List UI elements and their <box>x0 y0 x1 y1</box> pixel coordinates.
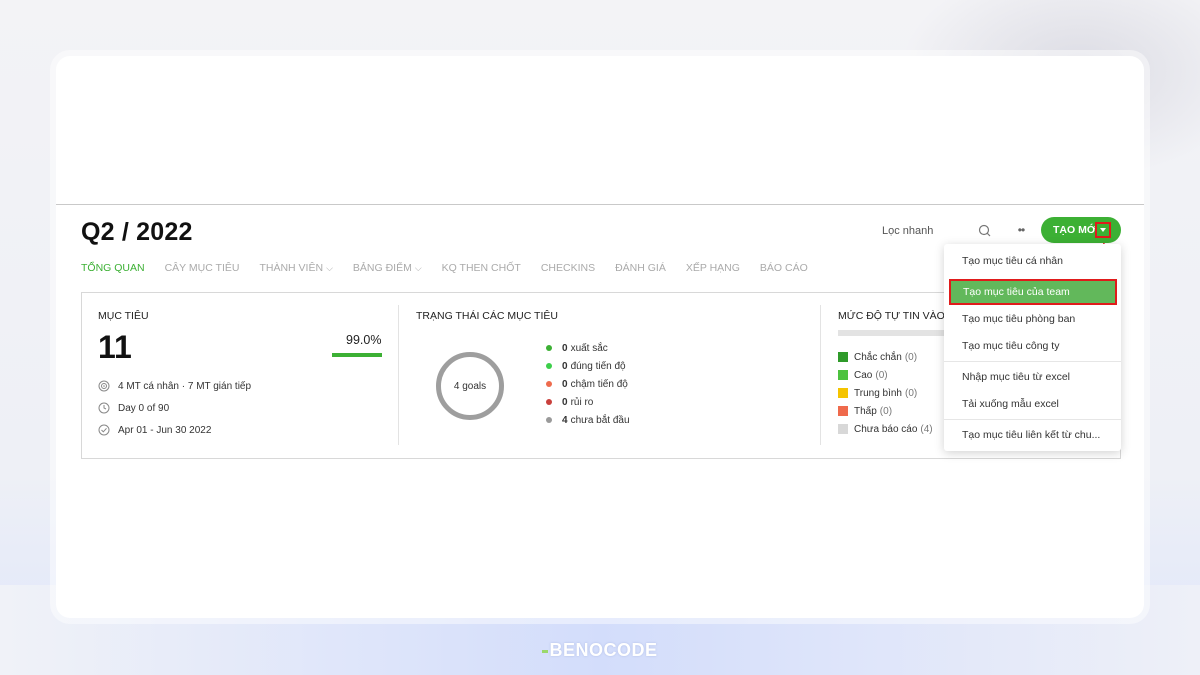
menu-item-download-template[interactable]: Tải xuống mẫu excel <box>944 391 1121 417</box>
status-item: 4 chưa bắt đầu <box>546 411 630 429</box>
confidence-bar <box>838 330 948 336</box>
status-section-title: TRẠNG THÁI CÁC MỤC TIÊU <box>416 310 558 322</box>
status-dot-behind <box>546 381 552 387</box>
confidence-item: Cao (0) <box>838 366 933 384</box>
day-progress-text: Day 0 of 90 <box>118 402 170 414</box>
chevron-down-icon: ⌵ <box>326 263 333 273</box>
menu-separator <box>944 419 1121 420</box>
clock-icon <box>98 402 110 414</box>
confidence-swatch <box>838 424 848 434</box>
tab-checkins[interactable]: CHECKINS <box>541 262 595 274</box>
tab-goal-tree[interactable]: CÂY MỤC TIÊU <box>165 262 240 274</box>
goal-breakdown-row: 4 MT cá nhân · 7 MT gián tiếp <box>98 380 251 392</box>
status-item: 0 đúng tiến độ <box>546 357 630 375</box>
date-range-text: Apr 01 - Jun 30 2022 <box>118 424 212 436</box>
brand-logo: BENOCODE <box>0 640 1200 661</box>
chevron-down-icon: ⌵ <box>414 263 422 273</box>
section-divider <box>820 305 821 445</box>
goal-breakdown-text: 4 MT cá nhân · 7 MT gián tiếp <box>118 380 252 392</box>
confidence-swatch <box>838 406 848 416</box>
tab-reviews[interactable]: ĐÁNH GIÁ <box>615 262 666 274</box>
status-item: 0 rủi ro <box>546 393 630 411</box>
goal-count: 11 <box>98 329 132 365</box>
top-divider <box>56 204 1144 205</box>
nav-tabs: TỔNG QUAN CÂY MỤC TIÊU THÀNH VIÊN ⌵ BẢNG … <box>81 262 828 274</box>
confidence-swatch <box>838 352 848 362</box>
confidence-item: Trung bình (0) <box>838 384 933 402</box>
status-dot-at-risk <box>546 399 552 405</box>
progress-percent: 99.0% <box>346 333 382 347</box>
tab-ranking[interactable]: XẾP HẠNG <box>686 262 740 274</box>
create-dropdown-menu: Tạo mục tiêu cá nhân Tạo mục tiêu của te… <box>944 244 1121 451</box>
create-new-label: TẠO MỚI <box>1053 224 1099 236</box>
search-button[interactable] <box>976 222 994 240</box>
progress-bar <box>332 353 382 357</box>
okr-dashboard-card: Q2 / 2022 Lọc nhanh •• TẠO MỚI TỔNG QUAN… <box>56 56 1144 618</box>
search-icon <box>978 224 991 237</box>
date-range-row: Apr 01 - Jun 30 2022 <box>98 424 211 436</box>
confidence-legend: Chắc chắn (0) Cao (0) Trung bình (0) Thấ… <box>838 348 933 438</box>
menu-item-company-goal[interactable]: Tạo mục tiêu công ty <box>944 333 1121 359</box>
create-new-button[interactable]: TẠO MỚI <box>1041 217 1121 243</box>
day-progress-row: Day 0 of 90 <box>98 402 169 414</box>
menu-item-personal-goal[interactable]: Tạo mục tiêu cá nhân <box>944 248 1121 274</box>
confidence-item: Chắc chắn (0) <box>838 348 933 366</box>
confidence-swatch <box>838 388 848 398</box>
status-dot-excellent <box>546 345 552 351</box>
goals-section-title: MỤC TIÊU <box>98 310 149 322</box>
target-icon <box>98 380 110 392</box>
tab-reports[interactable]: BÁO CÁO <box>760 262 808 274</box>
donut-center-label: 4 goals <box>453 381 487 392</box>
status-item: 0 xuất sắc <box>546 339 630 357</box>
confidence-item: Chưa báo cáo (4) <box>838 420 933 438</box>
tab-members[interactable]: THÀNH VIÊN ⌵ <box>259 262 332 274</box>
menu-item-department-goal[interactable]: Tạo mục tiêu phòng ban <box>944 306 1121 332</box>
status-dot-not-started <box>546 417 552 423</box>
brand-accent-mark <box>542 649 549 653</box>
confidence-section-title: MỨC ĐỘ TỰ TIN VÀO M <box>838 310 957 322</box>
menu-item-team-goal[interactable]: Tạo mục tiêu của team <box>949 279 1117 305</box>
progress-bar-fill <box>332 353 382 357</box>
status-legend: 0 xuất sắc 0 đúng tiến độ 0 chậm tiến độ… <box>546 339 630 429</box>
status-item: 0 chậm tiến độ <box>546 375 630 393</box>
status-dot-on-track <box>546 363 552 369</box>
menu-item-linked-goal[interactable]: Tạo mục tiêu liên kết từ chu... <box>944 422 1121 448</box>
quick-filter-link[interactable]: Lọc nhanh <box>882 225 933 237</box>
more-options-button[interactable]: •• <box>1012 222 1030 240</box>
menu-separator <box>944 361 1121 362</box>
confidence-swatch <box>838 370 848 380</box>
create-dropdown-caret-icon[interactable] <box>1095 222 1111 238</box>
tab-scoreboard[interactable]: BẢNG ĐIỂM ⌵ <box>353 262 422 274</box>
tab-key-results[interactable]: KQ THEN CHỐT <box>442 262 521 274</box>
page-title: Q2 / 2022 <box>81 218 193 246</box>
menu-item-import-excel[interactable]: Nhập mục tiêu từ excel <box>944 364 1121 390</box>
check-circle-icon <box>98 424 110 436</box>
tab-overview[interactable]: TỔNG QUAN <box>81 262 145 274</box>
section-divider <box>398 305 399 445</box>
confidence-item: Thấp (0) <box>838 402 933 420</box>
